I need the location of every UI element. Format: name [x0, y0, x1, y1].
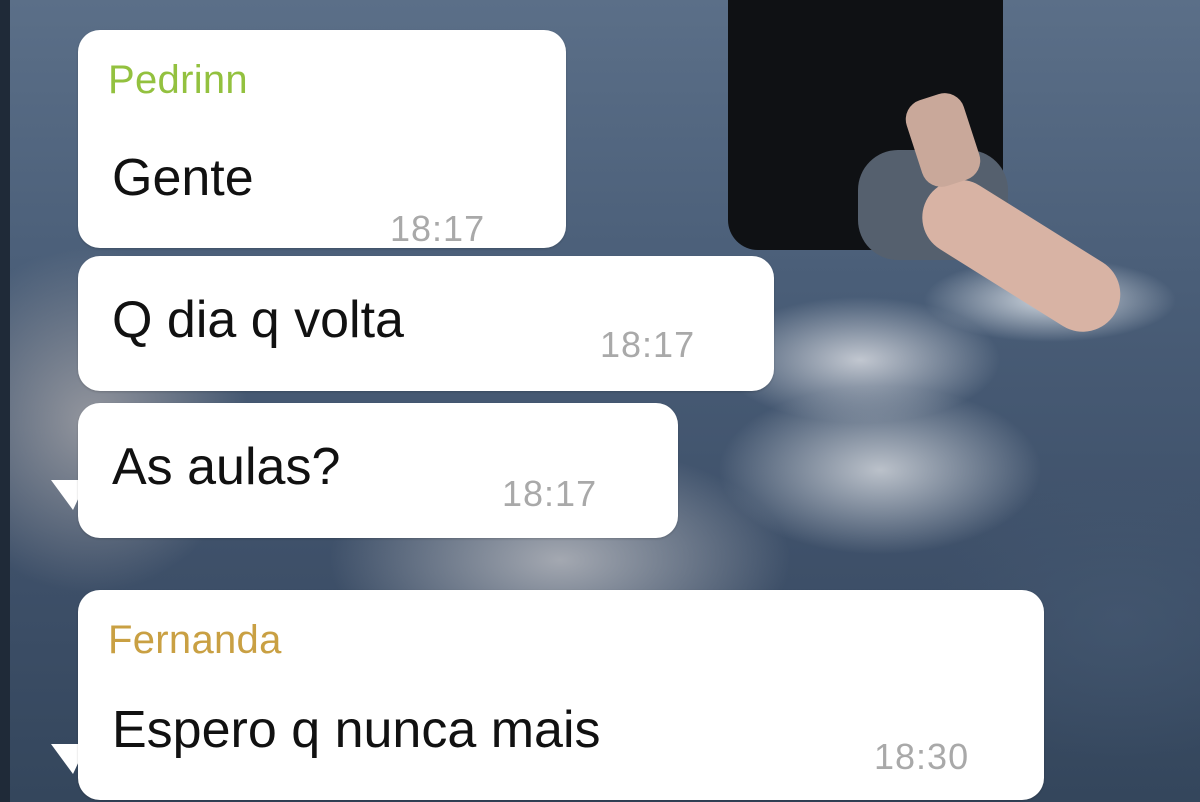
window-edge — [0, 0, 10, 802]
message-text: Espero q nunca mais — [112, 701, 601, 759]
message-timestamp: 18:17 — [390, 208, 486, 249]
message-bubble[interactable]: As aulas? 18:17 — [78, 403, 678, 538]
message-timestamp: 18:17 — [600, 324, 696, 365]
message-sender-name: Fernanda — [108, 618, 282, 662]
message-timestamp: 18:30 — [874, 736, 970, 777]
message-text: As aulas? — [112, 438, 341, 496]
message-timestamp: 18:17 — [502, 473, 598, 514]
message-bubble[interactable]: Fernanda Espero q nunca mais 18:30 — [78, 590, 1044, 800]
wallpaper-person-photo — [728, 0, 1135, 346]
chat-screen: Pedrinn Gente 18:17 Q dia q volta 18:17 … — [0, 0, 1200, 802]
message-bubble[interactable]: Pedrinn Gente 18:17 — [78, 30, 566, 249]
message-text: Gente — [112, 149, 254, 207]
message-text: Q dia q volta — [112, 291, 404, 349]
message-sender-name: Pedrinn — [108, 58, 248, 102]
message-bubble[interactable]: Q dia q volta 18:17 — [78, 256, 774, 391]
